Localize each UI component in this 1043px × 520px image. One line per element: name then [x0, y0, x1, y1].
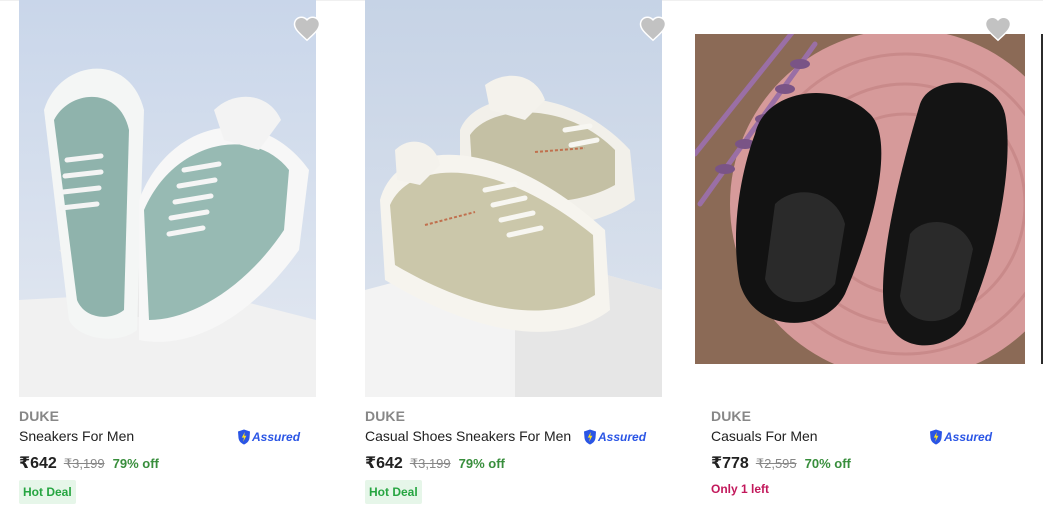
discount-percent: 79% off	[112, 456, 159, 471]
assured-badge: Assured	[237, 428, 300, 446]
assured-label: Assured	[252, 430, 301, 444]
assured-badge: Assured	[929, 428, 992, 446]
assured-shield-icon	[238, 429, 250, 445]
product-card[interactable]: DUKE Casuals For Men Assured ₹778 ₹2,595…	[695, 0, 1043, 520]
price-row: ₹778 ₹2,595 70% off	[711, 453, 851, 473]
wishlist-heart-icon[interactable]	[638, 14, 668, 44]
assured-badge: Assured	[583, 428, 646, 446]
product-image[interactable]	[19, 0, 316, 397]
selling-price: ₹642	[19, 455, 57, 472]
product-image[interactable]	[365, 0, 662, 397]
original-price: ₹3,199	[63, 456, 105, 471]
stock-note: Only 1 left	[711, 482, 770, 496]
product-card[interactable]: DUKE Casual Shoes Sneakers For Men Assur…	[365, 0, 700, 520]
hot-deal-badge: Hot Deal	[365, 480, 422, 504]
selling-price: ₹778	[711, 455, 749, 472]
product-brand: DUKE	[711, 408, 752, 424]
price-row: ₹642 ₹3,199 79% off	[19, 453, 159, 473]
sage-green-sneakers-image	[19, 0, 316, 397]
product-image[interactable]	[695, 34, 1025, 364]
product-title[interactable]: Sneakers For Men	[19, 428, 134, 444]
assured-label: Assured	[944, 430, 993, 444]
assured-label: Assured	[598, 430, 647, 444]
wishlist-heart-icon[interactable]	[983, 14, 1013, 44]
product-title[interactable]: Casuals For Men	[711, 428, 818, 444]
selling-price: ₹642	[365, 455, 403, 472]
black-slip-on-loafers-image	[695, 34, 1025, 364]
discount-percent: 79% off	[458, 456, 505, 471]
original-price: ₹2,595	[755, 456, 797, 471]
beige-sneakers-image	[365, 0, 662, 397]
original-price: ₹3,199	[409, 456, 451, 471]
hot-deal-badge: Hot Deal	[19, 480, 76, 504]
wishlist-heart-icon[interactable]	[292, 14, 322, 44]
product-brand: DUKE	[365, 408, 406, 424]
discount-percent: 70% off	[804, 456, 851, 471]
price-row: ₹642 ₹3,199 79% off	[365, 453, 505, 473]
assured-shield-icon	[930, 429, 942, 445]
product-brand: DUKE	[19, 408, 60, 424]
product-title[interactable]: Casual Shoes Sneakers For Men	[365, 428, 571, 444]
product-card[interactable]: DUKE Sneakers For Men Assured ₹642 ₹3,19…	[19, 0, 354, 520]
assured-shield-icon	[584, 429, 596, 445]
